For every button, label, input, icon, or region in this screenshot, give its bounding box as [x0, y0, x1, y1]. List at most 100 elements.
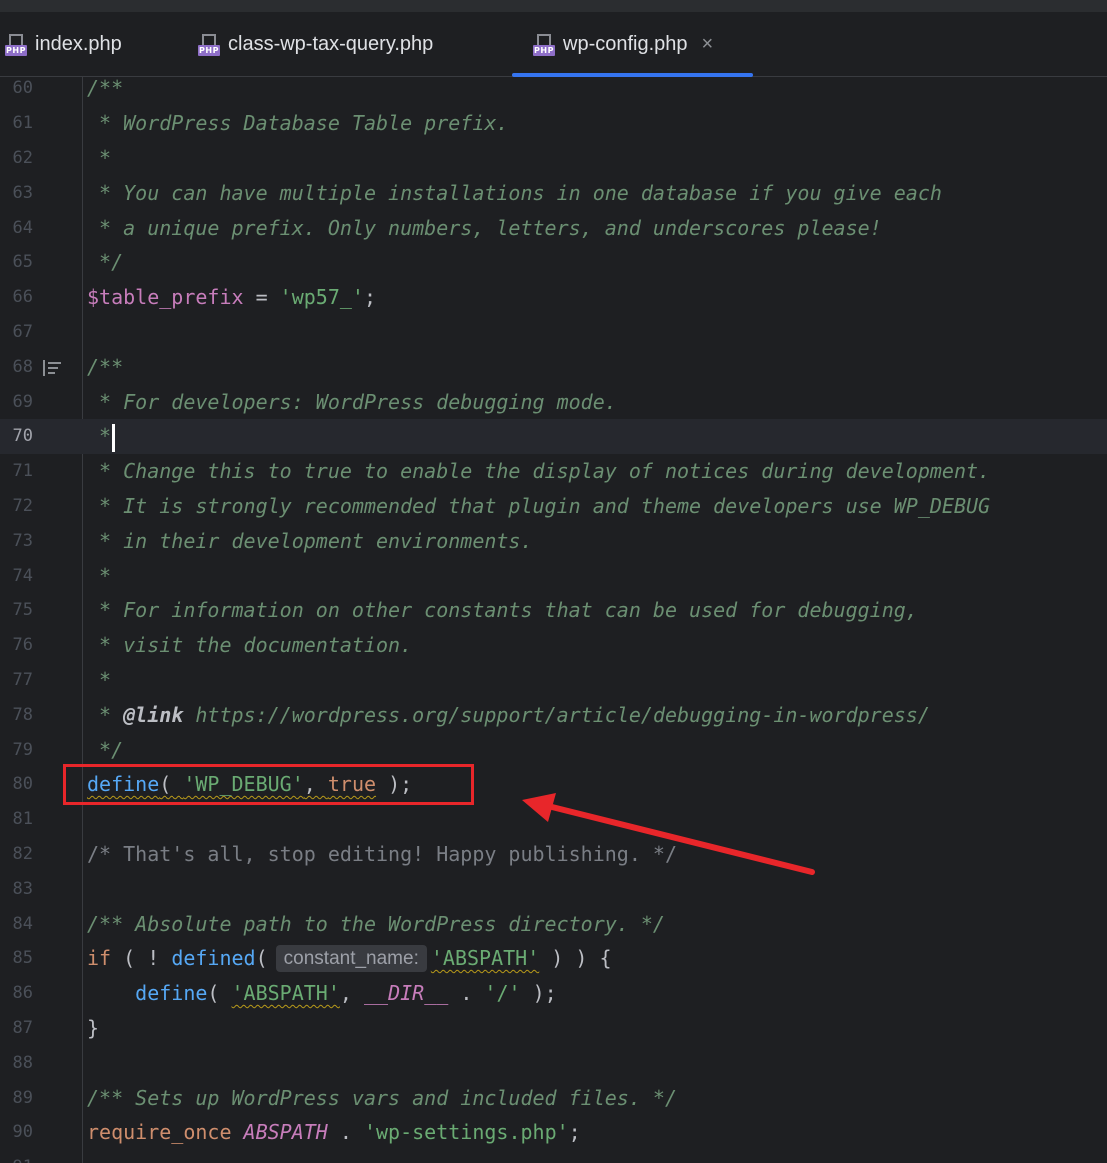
doc-tag: @link — [123, 703, 184, 727]
parameter-hint: constant_name: — [275, 945, 427, 972]
line-number: 81 — [12, 809, 33, 829]
line-number: 72 — [12, 496, 33, 516]
line-number: 69 — [12, 392, 33, 412]
code-line: 64 * a unique prefix. Only numbers, lett… — [0, 211, 1107, 246]
annotation-highlight-box — [63, 764, 474, 805]
line-number: 61 — [12, 113, 33, 133]
line-number: 83 — [12, 879, 33, 899]
line-content: require_once ABSPATH . 'wp-settings.php'… — [87, 1120, 581, 1144]
code-line: 65 */ — [0, 245, 1107, 280]
code-line: 86 define( 'ABSPATH', __DIR__ . '/' ); — [0, 976, 1107, 1011]
close-icon[interactable]: × — [702, 33, 714, 56]
line-number: 73 — [12, 531, 33, 551]
tab-index-php[interactable]: PHP index.php — [5, 12, 122, 77]
line-number: 90 — [12, 1122, 33, 1142]
tab-label: wp-config.php — [563, 33, 688, 55]
line-content: * WordPress Database Table prefix. — [87, 111, 509, 135]
line-number: 87 — [12, 1018, 33, 1038]
editor-tab-bar: PHP index.php PHP class-wp-tax-query.php… — [0, 12, 1107, 77]
line-number: 63 — [12, 183, 33, 203]
code-line: 71 * Change this to true to enable the d… — [0, 454, 1107, 489]
line-content: * — [87, 146, 112, 170]
tab-wp-config-php[interactable]: PHP wp-config.php × — [512, 12, 753, 77]
line-number: 85 — [12, 948, 33, 968]
line-number: 84 — [12, 914, 33, 934]
line-content: /** Sets up WordPress vars and included … — [87, 1086, 678, 1110]
code-line: 67 — [0, 315, 1107, 350]
line-content: * Change this to true to enable the disp… — [87, 459, 991, 483]
line-content: /* That's all, stop editing! Happy publi… — [87, 842, 678, 866]
line-number: 80 — [12, 774, 33, 794]
line-number: 70 — [12, 426, 33, 446]
line-number: 77 — [12, 670, 33, 690]
line-number: 62 — [12, 148, 33, 168]
line-content: * a unique prefix. Only numbers, letters… — [87, 216, 882, 240]
code-line: 76 * visit the documentation. — [0, 628, 1107, 663]
line-number: 71 — [12, 461, 33, 481]
code-line: 61 * WordPress Database Table prefix. — [0, 106, 1107, 141]
line-number: 68 — [12, 357, 33, 377]
code-line: 69 * For developers: WordPress debugging… — [0, 385, 1107, 420]
code-line: 83 — [0, 872, 1107, 907]
line-number: 78 — [12, 705, 33, 725]
code-line: 79 */ — [0, 733, 1107, 768]
line-number: 75 — [12, 600, 33, 620]
line-content: /** — [87, 355, 124, 379]
code-line: 88 — [0, 1046, 1107, 1081]
line-content: * For developers: WordPress debugging mo… — [87, 390, 617, 414]
line-number: 65 — [12, 252, 33, 272]
line-number: 67 — [12, 322, 33, 342]
doc-link[interactable]: https://wordpress.org/support/article/de… — [183, 703, 930, 727]
line-number: 76 — [12, 635, 33, 655]
current-line: 70 * — [0, 419, 1107, 454]
code-line: 89 /** Sets up WordPress vars and includ… — [0, 1081, 1107, 1116]
line-number: 64 — [12, 218, 33, 238]
line-number: 66 — [12, 287, 33, 307]
code-editor[interactable]: 60 /** 61 * WordPress Database Table pre… — [0, 77, 1107, 1163]
code-line: 73 * in their development environments. — [0, 524, 1107, 559]
code-line: 63 * You can have multiple installations… — [0, 176, 1107, 211]
code-line: 77 * — [0, 663, 1107, 698]
line-content: * — [87, 419, 116, 454]
tab-label: class-wp-tax-query.php — [228, 33, 434, 55]
code-line: 81 — [0, 802, 1107, 837]
code-line: 91 — [0, 1150, 1107, 1163]
line-content: * visit the documentation. — [87, 633, 413, 657]
php-file-icon: PHP — [533, 33, 555, 56]
line-content: /** — [87, 77, 124, 100]
code-line: 82 /* That's all, stop editing! Happy pu… — [0, 837, 1107, 872]
code-line: 74 * — [0, 559, 1107, 594]
fold-doc-comment-icon[interactable] — [43, 360, 61, 376]
php-file-icon: PHP — [198, 33, 220, 56]
code-line: 87 } — [0, 1011, 1107, 1046]
line-number: 79 — [12, 740, 33, 760]
line-number: 82 — [12, 844, 33, 864]
line-number: 91 — [0, 1150, 33, 1163]
code-line: 72 * It is strongly recommended that plu… — [0, 489, 1107, 524]
code-line: 90 require_once ABSPATH . 'wp-settings.p… — [0, 1115, 1107, 1150]
code-line: 60 /** — [0, 77, 1107, 106]
line-number: 89 — [12, 1088, 33, 1108]
line-number: 60 — [12, 78, 33, 98]
code-line: 62 * — [0, 141, 1107, 176]
line-content: * in their development environments. — [87, 529, 533, 553]
line-content: * You can have multiple installations in… — [87, 181, 942, 205]
code-line: 78 * @link https://wordpress.org/support… — [0, 698, 1107, 733]
line-content: */ — [87, 250, 124, 274]
line-content: * @link https://wordpress.org/support/ar… — [87, 703, 930, 727]
window-top-strip — [0, 0, 1107, 12]
line-number: 74 — [12, 566, 33, 586]
line-content: } — [87, 1016, 100, 1040]
php-file-icon: PHP — [5, 33, 27, 56]
line-content: * — [87, 668, 112, 692]
code-line: 66 $table_prefix = 'wp57_'; — [0, 280, 1107, 315]
line-content: * — [87, 564, 112, 588]
line-content: * It is strongly recommended that plugin… — [87, 494, 991, 518]
line-content: */ — [87, 738, 124, 762]
tab-class-wp-tax-query-php[interactable]: PHP class-wp-tax-query.php — [198, 12, 433, 77]
line-number: 86 — [12, 983, 33, 1003]
code-line: 85 if ( ! defined(constant_name: 'ABSPATH… — [0, 941, 1107, 976]
tab-label: index.php — [35, 33, 122, 55]
text-cursor — [112, 423, 116, 452]
code-line: 68 /** — [0, 350, 1107, 385]
